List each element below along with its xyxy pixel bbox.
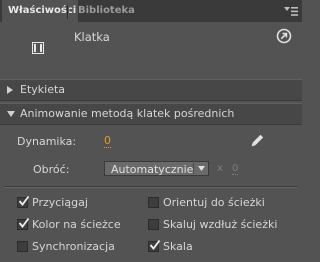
checkbox-box: [148, 219, 159, 230]
tab-library[interactable]: Biblioteka: [72, 0, 141, 22]
orient-to-path-checkbox[interactable]: Orientuj do ścieżki: [148, 196, 288, 210]
times-symbol: x: [217, 163, 223, 174]
orient-to-path-label: Orientuj do ścieżki: [163, 196, 265, 209]
easing-label: Dynamika:: [17, 135, 77, 148]
go-to-frame-icon[interactable]: [276, 28, 292, 44]
frame-icon: [32, 42, 44, 54]
divider: [4, 186, 298, 188]
panel-menu-icon[interactable]: [284, 6, 298, 17]
snap-checkbox[interactable]: Przyciągaj: [17, 195, 127, 210]
scale-along-path-label: Skaluj wzdłuż ścieżki: [163, 218, 278, 231]
checkmark-icon: [18, 195, 30, 206]
select-divider: [193, 163, 194, 174]
rotate-select[interactable]: Automatycznie: [104, 161, 209, 176]
checkbox-box: [17, 241, 28, 252]
section-label-title: Etykieta: [20, 83, 66, 96]
scale-along-path-checkbox[interactable]: Skaluj wzdłuż ścieżki: [148, 218, 293, 232]
color-along-path-label: Kolor na ścieżce: [32, 218, 121, 231]
page-title: Klatka: [74, 30, 110, 44]
scale-label: Skala: [163, 240, 193, 253]
color-along-path-checkbox[interactable]: Kolor na ścieżce: [17, 217, 142, 232]
easing-value[interactable]: 0: [104, 135, 111, 148]
section-tween[interactable]: Animowanie metodą klatek pośrednich: [0, 103, 302, 125]
properties-panel: Właściwości Biblioteka Klatka Etykieta A…: [0, 0, 302, 262]
expand-arrow-icon: [7, 86, 13, 94]
tab-bar: Właściwości Biblioteka: [0, 0, 302, 22]
pencil-icon[interactable]: [251, 134, 264, 147]
rotate-select-value: Automatycznie: [111, 163, 194, 176]
scale-checkbox[interactable]: Skala: [148, 239, 218, 254]
collapse-arrow-icon: [7, 111, 15, 117]
rotate-label: Obróć:: [33, 163, 70, 176]
sync-checkbox[interactable]: Synchronizacja: [17, 240, 137, 254]
section-tween-title: Animowanie metodą klatek pośrednich: [20, 107, 235, 120]
checkmark-icon: [149, 239, 161, 250]
snap-label: Przyciągaj: [32, 196, 88, 209]
panel-header: [0, 22, 302, 77]
section-label[interactable]: Etykieta: [0, 79, 302, 101]
checkbox-box: [148, 197, 159, 208]
checkmark-icon: [18, 217, 30, 228]
rotate-count-value[interactable]: 0: [232, 163, 239, 175]
tab-separator: [67, 5, 69, 19]
chevron-down-icon: [198, 166, 205, 171]
sync-label: Synchronizacja: [32, 240, 115, 253]
